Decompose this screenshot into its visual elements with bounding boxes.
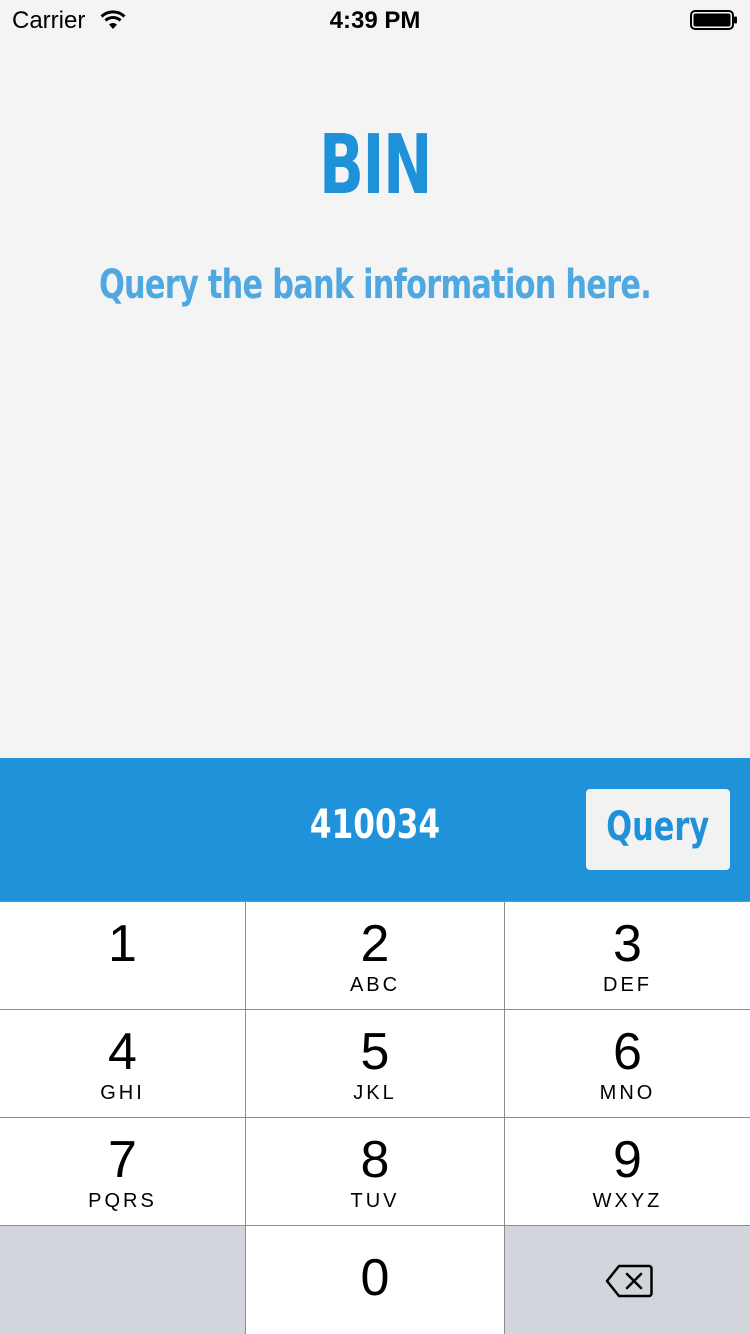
key-letters: JKL: [353, 1082, 397, 1104]
key-letters: GHI: [100, 1082, 145, 1104]
status-bar: Carrier 4:39 PM: [0, 0, 750, 40]
key-letters: DEF: [603, 974, 652, 996]
key-digit: 6: [613, 1023, 642, 1081]
key-letters: PQRS: [88, 1190, 157, 1212]
backspace-icon: [605, 1264, 653, 1298]
key-letters: MNO: [599, 1082, 656, 1104]
key-letters: TUV: [350, 1190, 400, 1212]
key-digit: 9: [613, 1131, 642, 1189]
query-button-label: Query: [606, 804, 710, 850]
query-bar: 410034 Query: [0, 758, 750, 901]
bin-input-field[interactable]: 410034: [200, 758, 551, 901]
key-9[interactable]: 9 WXYZ: [505, 1118, 750, 1225]
numeric-keypad: 1 2 ABC 3 DEF 4 GHI 5 JKL 6 MNO 7 PQRS 8…: [0, 901, 750, 1334]
key-7[interactable]: 7 PQRS: [0, 1118, 245, 1225]
key-8[interactable]: 8 TUV: [246, 1118, 504, 1225]
clock-time: 4:39 PM: [329, 7, 421, 34]
key-digit: 8: [360, 1131, 390, 1189]
key-3[interactable]: 3 DEF: [505, 902, 750, 1009]
key-0[interactable]: 0: [246, 1226, 504, 1334]
key-6[interactable]: 6 MNO: [505, 1010, 750, 1117]
key-letters: ABC: [349, 974, 401, 996]
page-title: BIN: [318, 118, 433, 213]
key-digit: 7: [108, 1131, 137, 1189]
key-digit: 2: [360, 915, 390, 973]
key-5[interactable]: 5 JKL: [246, 1010, 504, 1117]
query-button[interactable]: Query: [586, 789, 730, 870]
key-digit: 4: [108, 1023, 137, 1081]
key-digit: 5: [360, 1023, 390, 1081]
key-digit: 1: [108, 915, 137, 973]
page-subtitle: Query the bank information here.: [98, 262, 652, 308]
key-blank: [0, 1226, 245, 1334]
key-digit: 0: [360, 1249, 390, 1307]
key-4[interactable]: 4 GHI: [0, 1010, 245, 1117]
key-digit: 3: [613, 915, 642, 973]
key-letters: WXYZ: [592, 1190, 663, 1212]
battery-icon: [690, 10, 737, 30]
key-2[interactable]: 2 ABC: [246, 902, 504, 1009]
key-1[interactable]: 1: [0, 902, 245, 1009]
delete-key[interactable]: [505, 1226, 750, 1334]
